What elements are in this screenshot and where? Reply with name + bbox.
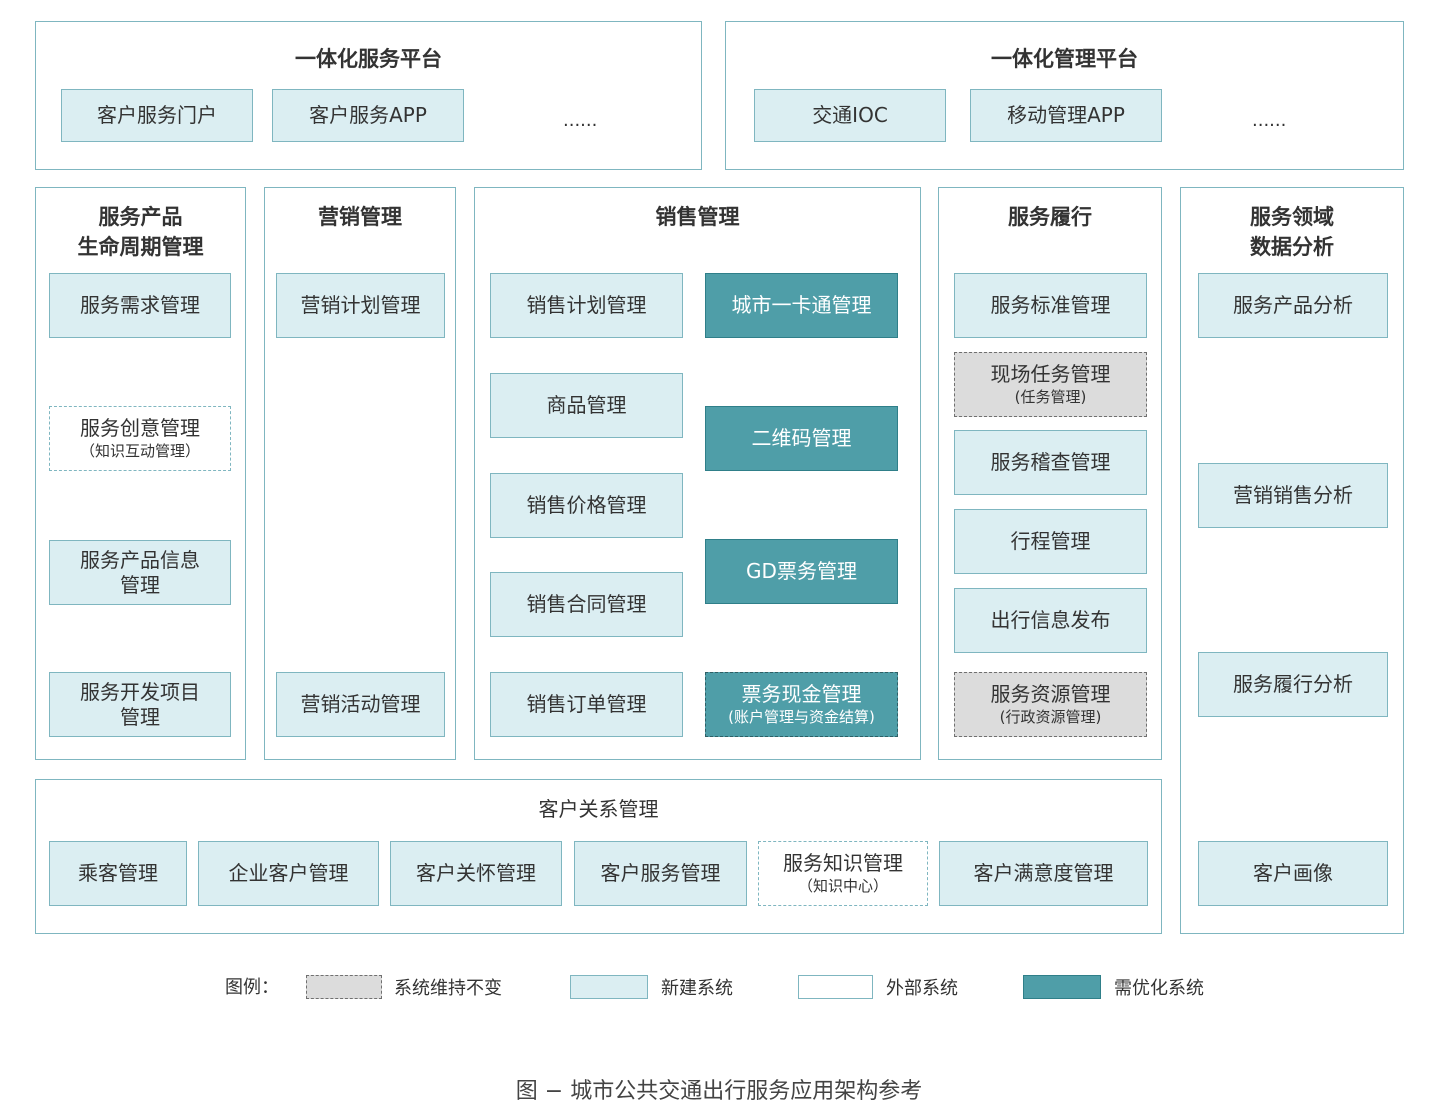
marketing-sales-analysis-box: 营销销售分析 [1198, 463, 1388, 528]
dev-project-box: 服务开发项目 管理 [49, 672, 231, 737]
service-knowledge-box: 服务知识管理 （知识中心） [758, 841, 928, 906]
sales-order-box: 销售订单管理 [490, 672, 683, 737]
marketing-title: 营销管理 [318, 205, 402, 229]
legend-optimize-label: 需优化系统 [1114, 978, 1204, 999]
service-idea-sublabel: （知识互动管理） [79, 442, 200, 460]
service-platform-more: ...... [563, 110, 598, 131]
legend-keep-swatch [306, 975, 382, 999]
mobile-management-app-box: 移动管理APP [970, 89, 1162, 142]
analytics-title: 服务领域 数据分析 [1181, 202, 1403, 262]
product-info-line1: 服务产品信息 [80, 547, 200, 572]
service-resource-label: 服务资源管理 [990, 682, 1111, 706]
legend-external-label: 外部系统 [886, 978, 958, 999]
sales-plan-box: 销售计划管理 [490, 273, 683, 338]
ticket-cash-sublabel: (账户管理与资金结算) [728, 708, 875, 726]
ticket-cash-label: 票务现金管理 [741, 682, 862, 706]
service-platform-panel: 一体化服务平台 客户服务门户 客户服务APP ...... [35, 21, 702, 170]
passenger-box: 乘客管理 [49, 841, 187, 906]
customer-care-box: 客户关怀管理 [390, 841, 562, 906]
service-audit-box: 服务稽查管理 [954, 430, 1147, 495]
service-idea-box: 服务创意管理 （知识互动管理） [49, 406, 231, 471]
itinerary-box: 行程管理 [954, 509, 1147, 574]
service-demand-box: 服务需求管理 [49, 273, 231, 338]
legend-keep-label: 系统维持不变 [394, 978, 502, 999]
sales-title: 销售管理 [655, 205, 740, 229]
lifecycle-title-line2: 生命周期管理 [77, 235, 204, 259]
product-info-line2: 管理 [120, 572, 160, 597]
service-platform-title: 一体化服务平台 [295, 47, 442, 71]
management-platform-panel: 一体化管理平台 交通IOC 移动管理APP ...... [725, 21, 1404, 170]
management-platform-title: 一体化管理平台 [991, 47, 1138, 71]
onsite-task-label: 现场任务管理 [990, 362, 1111, 386]
enterprise-customer-box: 企业客户管理 [198, 841, 379, 906]
sales-price-box: 销售价格管理 [490, 473, 683, 538]
fulfillment-analysis-box: 服务履行分析 [1198, 652, 1388, 717]
traffic-ioc-box: 交通IOC [754, 89, 946, 142]
management-platform-more: ...... [1252, 110, 1287, 131]
customer-profile-box: 客户画像 [1198, 841, 1388, 906]
crm-panel: 客户关系管理 乘客管理 企业客户管理 客户关怀管理 客户服务管理 服务知识管理 … [35, 779, 1162, 934]
analytics-title-line1: 服务领域 [1250, 205, 1334, 229]
service-idea-label: 服务创意管理 [80, 416, 200, 440]
crm-title: 客户关系管理 [538, 797, 659, 821]
sales-panel: 销售管理 销售计划管理 商品管理 销售价格管理 销售合同管理 销售订单管理 城市… [474, 187, 921, 760]
travel-info-box: 出行信息发布 [954, 588, 1147, 653]
lifecycle-panel: 服务产品 生命周期管理 服务需求管理 服务创意管理 （知识互动管理） 服务产品信… [35, 187, 246, 760]
dev-project-line2: 管理 [120, 704, 160, 729]
product-info-box: 服务产品信息 管理 [49, 540, 231, 605]
service-standard-box: 服务标准管理 [954, 273, 1147, 338]
marketing-panel: 营销管理 营销计划管理 营销活动管理 [264, 187, 456, 760]
ticket-cash-box: 票务现金管理 (账户管理与资金结算) [705, 672, 898, 737]
customer-service-box: 客户服务管理 [574, 841, 747, 906]
onsite-task-box: 现场任务管理 (任务管理) [954, 352, 1147, 417]
service-knowledge-label: 服务知识管理 [783, 851, 903, 875]
onsite-task-sublabel: (任务管理) [1014, 388, 1087, 406]
legend-external-swatch [798, 975, 873, 999]
analytics-panel: 服务领域 数据分析 服务产品分析 营销销售分析 服务履行分析 客户画像 [1180, 187, 1404, 934]
dev-project-line1: 服务开发项目 [80, 679, 200, 704]
city-card-box: 城市一卡通管理 [705, 273, 898, 338]
lifecycle-title: 服务产品 生命周期管理 [36, 202, 245, 262]
figure-caption: 图 − 城市公共交通出行服务应用架构参考 [515, 1079, 923, 1104]
qrcode-box: 二维码管理 [705, 406, 898, 471]
legend-new-swatch [570, 975, 648, 999]
customer-app-box: 客户服务APP [272, 89, 464, 142]
analytics-title-line2: 数据分析 [1250, 235, 1334, 259]
gd-ticketing-box: GD票务管理 [705, 539, 898, 604]
marketing-plan-box: 营销计划管理 [276, 273, 445, 338]
service-resource-sublabel: (行政资源管理) [999, 708, 1102, 726]
legend-label: 图例： [225, 977, 279, 998]
service-knowledge-sublabel: （知识中心） [797, 877, 888, 895]
goods-box: 商品管理 [490, 373, 683, 438]
marketing-activity-box: 营销活动管理 [276, 672, 445, 737]
satisfaction-box: 客户满意度管理 [939, 841, 1148, 906]
product-analysis-box: 服务产品分析 [1198, 273, 1388, 338]
fulfillment-title: 服务履行 [1008, 205, 1092, 229]
fulfillment-panel: 服务履行 服务标准管理 现场任务管理 (任务管理) 服务稽查管理 行程管理 出行… [938, 187, 1162, 760]
legend-new-label: 新建系统 [661, 978, 733, 999]
sales-contract-box: 销售合同管理 [490, 572, 683, 637]
lifecycle-title-line1: 服务产品 [98, 205, 183, 229]
service-resource-box: 服务资源管理 (行政资源管理) [954, 672, 1147, 737]
customer-portal-box: 客户服务门户 [61, 89, 253, 142]
legend-optimize-swatch [1023, 975, 1101, 999]
